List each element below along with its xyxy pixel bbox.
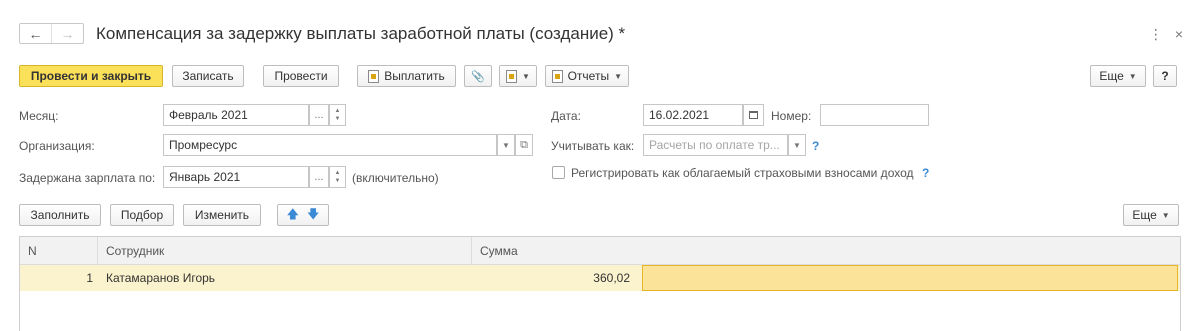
register-income-checkbox[interactable] [552,166,565,179]
spin-down-icon: ▼ [334,178,341,184]
number-label: Номер: [771,109,812,123]
date-label: Дата: [551,109,581,123]
move-buttons: 🡅 🡇 [277,204,329,226]
month-field[interactable]: Февраль 2021 [163,104,309,126]
organization-dropdown-button[interactable]: ▼ [497,134,515,156]
organization-label: Организация: [19,139,95,153]
change-button[interactable]: Изменить [183,204,261,226]
spin-down-icon: ▼ [334,116,341,122]
calendar-button[interactable] [743,104,764,126]
inclusive-note: (включительно) [352,171,439,185]
pick-button[interactable]: Подбор [110,204,174,226]
navigation-buttons: ← → [19,23,84,44]
register-income-label[interactable]: Регистрировать как облагаемый страховыми… [571,166,914,180]
chevron-down-icon: ▼ [614,71,622,81]
attach-button[interactable]: 📎 [464,65,492,87]
chevron-down-icon: ▼ [502,140,510,150]
chevron-down-icon: ▼ [1128,71,1137,81]
back-button[interactable]: ← [20,24,51,43]
arrow-right-icon: → [60,25,75,42]
chevron-down-icon: ▼ [793,140,801,150]
register-income-help-icon[interactable]: ? [922,166,929,180]
post-button[interactable]: Провести [263,65,339,87]
help-button[interactable]: ? [1153,65,1177,87]
table-row[interactable]: 1 Катамаранов Игорь 360,02 [20,265,1180,291]
fill-button[interactable]: Заполнить [19,204,101,226]
create-based-on-button[interactable]: ▼ [499,65,537,87]
date-field[interactable]: 16.02.2021 [643,104,743,126]
spin-up-icon: ▲ [334,170,341,176]
delayed-salary-spinner[interactable]: ▲ ▼ [329,166,346,188]
arrow-down-icon[interactable]: 🡇 [307,205,319,226]
pay-document-icon [368,69,380,83]
month-label: Месяц: [19,109,59,123]
chevron-down-icon: ▼ [1161,210,1170,220]
account-as-field[interactable]: Расчеты по оплате тр... [643,134,788,156]
spin-up-icon: ▲ [334,108,341,114]
table-more-button[interactable]: Еще ▼ [1123,204,1179,226]
month-select-button[interactable]: ... [309,104,329,126]
cell-employee[interactable]: Катамаранов Игорь [106,265,466,291]
month-spinner[interactable]: ▲ ▼ [329,104,346,126]
delayed-salary-select-button[interactable]: ... [309,166,329,188]
save-button[interactable]: Записать [172,65,244,87]
delayed-salary-field[interactable]: Январь 2021 [163,166,309,188]
reports-button[interactable]: Отчеты ▼ [545,65,629,87]
report-icon [552,69,563,83]
cell-selected-empty[interactable] [642,265,1178,291]
employees-table: N Сотрудник Сумма 1 Катамаранов Игорь 36… [19,236,1181,331]
cell-amount[interactable]: 360,02 [472,265,636,291]
arrow-up-icon[interactable]: 🡅 [287,205,299,226]
number-field[interactable] [820,104,929,126]
more-icon[interactable]: ⋮ [1149,26,1163,43]
chevron-down-icon: ▼ [522,71,530,81]
forward-button[interactable]: → [51,24,83,43]
account-as-label: Учитывать как: [551,139,635,153]
paperclip-icon: 📎 [471,70,485,83]
table-header: N Сотрудник Сумма [20,237,1180,265]
calendar-icon [749,111,758,119]
cell-n[interactable]: 1 [20,265,93,291]
column-header-amount[interactable]: Сумма [472,237,1182,265]
post-and-close-button[interactable]: Провести и закрыть [19,65,163,87]
organization-open-button[interactable]: ⧉ [515,134,533,156]
pay-button[interactable]: Выплатить [357,65,456,87]
window-controls: ⋮ × [1149,26,1183,43]
open-link-icon: ⧉ [520,138,528,151]
close-icon[interactable]: × [1175,26,1183,43]
delayed-salary-label: Задержана зарплата по: [19,171,156,185]
arrow-left-icon: ← [28,25,43,42]
account-as-dropdown-button[interactable]: ▼ [788,134,806,156]
organization-field[interactable]: Промресурс [163,134,497,156]
more-button[interactable]: Еще ▼ [1090,65,1146,87]
create-based-on-icon [506,69,518,83]
window-title: Компенсация за задержку выплаты заработн… [96,24,626,43]
account-as-help-icon[interactable]: ? [812,139,819,153]
column-header-employee[interactable]: Сотрудник [98,237,472,265]
column-header-n[interactable]: N [20,237,98,265]
